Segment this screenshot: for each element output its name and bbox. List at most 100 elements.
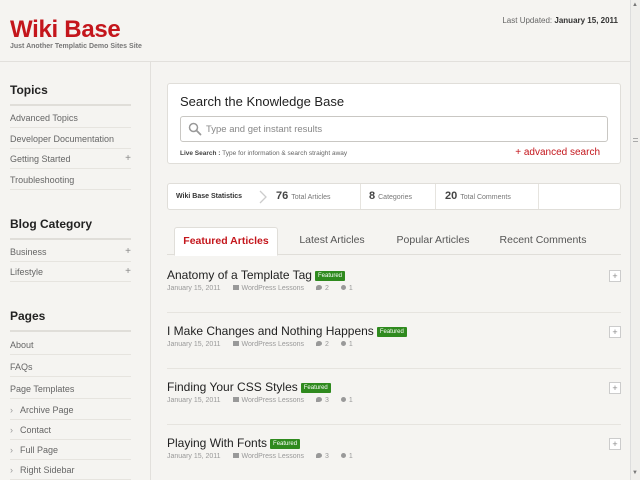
expand-button[interactable]: + — [609, 382, 621, 394]
article-meta: January 15, 2011 WordPress Lessons 3 1 — [167, 453, 363, 460]
tab-recent-comments[interactable]: Recent Comments — [489, 227, 597, 255]
featured-badge: Featured — [376, 327, 407, 337]
site-title[interactable]: Wiki Base — [10, 17, 121, 43]
featured-badge: Featured — [270, 439, 301, 449]
category-label: WordPress Lessons — [241, 341, 305, 348]
search-input-wrapper[interactable] — [180, 116, 608, 142]
article-category[interactable]: WordPress Lessons — [232, 397, 305, 404]
article-likes[interactable]: 1 — [340, 397, 353, 404]
scroll-up-arrow-icon[interactable]: ▲ — [632, 2, 638, 8]
category-label: WordPress Lessons — [241, 453, 305, 460]
divider — [167, 312, 621, 313]
sidebar-item-label: Troubleshooting — [10, 175, 75, 185]
article-likes[interactable]: 1 — [340, 285, 353, 292]
article-comments[interactable]: 2 — [316, 341, 329, 348]
sidebar-item-archive-page[interactable]: Archive Page — [10, 400, 131, 420]
stats-label: Wiki Base Statistics — [176, 193, 243, 200]
last-updated-date: January 15, 2011 — [554, 16, 618, 25]
article-title-link[interactable]: Finding Your CSS Styles — [167, 380, 298, 394]
stat-divider — [538, 184, 539, 209]
expand-plus-icon[interactable]: + — [125, 262, 131, 282]
expand-button[interactable]: + — [609, 438, 621, 450]
sidebar-item-lifestyle[interactable]: Lifestyle + — [10, 262, 131, 282]
sidebar-item-about[interactable]: About — [10, 335, 131, 355]
live-search-hint: Live Search : Type for information & sea… — [180, 150, 347, 157]
expand-plus-icon[interactable]: + — [125, 149, 131, 169]
stat-total-comments: 20 Total Comments — [445, 184, 511, 209]
sidebar-item-label: FAQs — [10, 362, 33, 372]
article-meta: January 15, 2011 WordPress Lessons 3 1 — [167, 397, 363, 404]
article-likes[interactable]: 1 — [340, 453, 353, 460]
sidebar-heading-pages: Pages — [10, 309, 131, 332]
vertical-scrollbar[interactable]: ▲ ▼ — [630, 0, 640, 480]
article-likes[interactable]: 1 — [340, 341, 353, 348]
heart-icon — [340, 453, 346, 458]
stat-divider — [360, 184, 361, 209]
live-search-label: Live Search : — [180, 150, 221, 157]
heart-icon — [340, 285, 346, 290]
stat-divider — [435, 184, 436, 209]
expand-button[interactable]: + — [609, 326, 621, 338]
comment-icon — [316, 341, 322, 346]
sidebar-item-right-sidebar[interactable]: Right Sidebar — [10, 460, 131, 480]
article-title-row: Finding Your CSS Styles Featured — [167, 380, 331, 394]
sidebar-item-business[interactable]: Business + — [10, 242, 131, 262]
like-count: 1 — [348, 341, 353, 348]
expand-plus-icon[interactable]: + — [125, 242, 131, 262]
folder-icon — [232, 453, 239, 458]
comment-icon — [316, 453, 322, 458]
sidebar-item-faqs[interactable]: FAQs — [10, 357, 131, 377]
folder-icon — [232, 341, 239, 346]
like-count: 1 — [348, 397, 353, 404]
sidebar-item-advanced-topics[interactable]: Advanced Topics — [10, 108, 131, 128]
search-input[interactable] — [206, 117, 601, 141]
article-date: January 15, 2011 — [167, 453, 221, 460]
scrollbar-thumb[interactable] — [633, 130, 638, 150]
article-comments[interactable]: 3 — [316, 397, 329, 404]
comment-icon — [316, 397, 322, 402]
stat-categories: 8 Categories — [369, 184, 412, 209]
site-header: Wiki Base Just Another Templatic Demo Si… — [0, 0, 630, 62]
article-item: Anatomy of a Template Tag Featured Januar… — [167, 268, 621, 324]
advanced-search-link[interactable]: + advanced search — [515, 147, 600, 158]
sidebar-item-getting-started[interactable]: Getting Started + — [10, 149, 131, 169]
sidebar-item-developer-documentation[interactable]: Developer Documentation — [10, 129, 131, 149]
article-title-row: Anatomy of a Template Tag Featured — [167, 268, 345, 282]
article-category[interactable]: WordPress Lessons — [232, 341, 305, 348]
article-item: I Make Changes and Nothing Happens Featur… — [167, 324, 621, 380]
folder-icon — [232, 285, 239, 290]
sidebar-item-full-page[interactable]: Full Page — [10, 440, 131, 460]
sidebar-item-contact[interactable]: Contact — [10, 420, 131, 440]
article-date: January 15, 2011 — [167, 341, 221, 348]
expand-button[interactable]: + — [609, 270, 621, 282]
sidebar-heading-blog-category: Blog Category — [10, 217, 131, 240]
article-comments[interactable]: 2 — [316, 285, 329, 292]
last-updated: Last Updated: January 15, 2011 — [502, 16, 618, 25]
sidebar-item-label: Page Templates — [10, 384, 75, 394]
category-label: WordPress Lessons — [241, 285, 305, 292]
scroll-down-arrow-icon[interactable]: ▼ — [632, 470, 638, 476]
search-icon — [188, 122, 202, 136]
article-title-link[interactable]: Anatomy of a Template Tag — [167, 268, 312, 282]
tab-popular-articles[interactable]: Popular Articles — [387, 227, 479, 255]
divider — [167, 424, 621, 425]
category-label: WordPress Lessons — [241, 397, 305, 404]
sidebar-item-troubleshooting[interactable]: Troubleshooting — [10, 170, 131, 190]
heart-icon — [340, 397, 346, 402]
article-title-link[interactable]: I Make Changes and Nothing Happens — [167, 324, 374, 338]
article-title-link[interactable]: Playing With Fonts — [167, 436, 267, 450]
stat-label: Total Comments — [460, 194, 511, 201]
article-category[interactable]: WordPress Lessons — [232, 453, 305, 460]
stat-count: 8 — [369, 190, 376, 202]
sidebar-item-page-templates[interactable]: Page Templates — [10, 379, 131, 399]
sidebar-item-label: About — [10, 340, 34, 350]
sidebar-item-label: Developer Documentation — [10, 134, 115, 144]
last-updated-label: Last Updated: — [502, 16, 553, 25]
article-comments[interactable]: 3 — [316, 453, 329, 460]
article-category[interactable]: WordPress Lessons — [232, 285, 305, 292]
tab-featured-articles[interactable]: Featured Articles — [174, 227, 278, 256]
stat-count: 20 — [445, 190, 458, 202]
tab-latest-articles[interactable]: Latest Articles — [285, 227, 379, 255]
sidebar: Topics Advanced Topics Developer Documen… — [0, 62, 151, 480]
sidebar-item-label: Lifestyle — [10, 267, 44, 277]
